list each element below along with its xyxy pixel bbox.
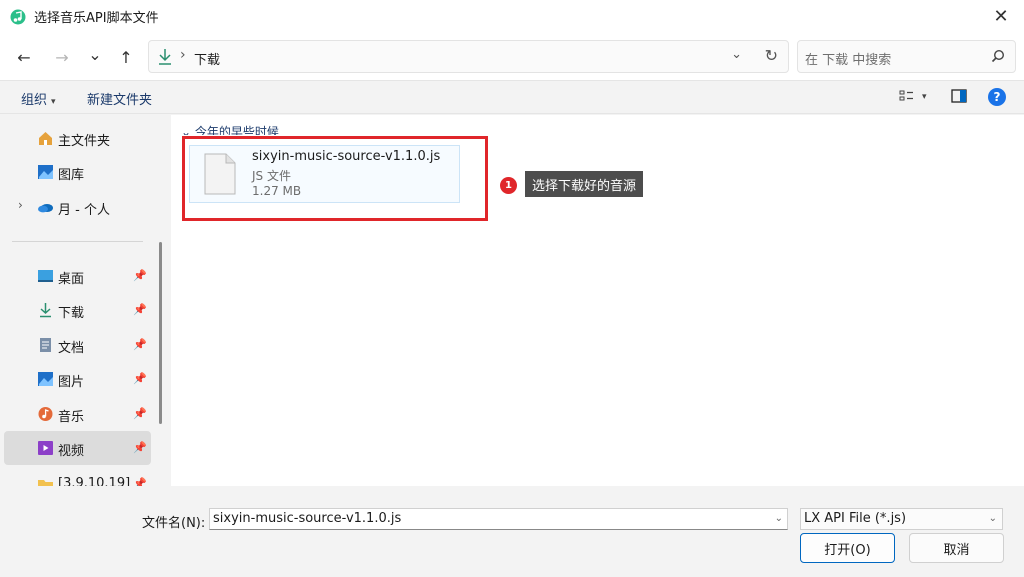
window-title: 选择音乐API脚本文件	[34, 11, 159, 26]
search-box[interactable]: 在 下载 中搜索	[797, 40, 1016, 73]
sidebar-item-pictures[interactable]: 图片 📌	[4, 362, 151, 396]
video-icon	[38, 441, 53, 455]
annotation-tooltip: 选择下载好的音源	[525, 171, 643, 197]
group-header[interactable]: ⌄ 今年的早些时候	[181, 123, 279, 135]
navigation-pane: 主文件夹 图库 › 月 - 个人 桌面 📌 下载 📌 文档 📌 图片 📌 音乐 …	[0, 115, 162, 486]
sidebar-item-onedrive[interactable]: › 月 - 个人	[4, 190, 151, 224]
caret-down-icon: ▾	[51, 97, 56, 107]
sidebar-item-label: 桌面	[58, 272, 85, 287]
refresh-icon[interactable]: ↻	[765, 46, 778, 65]
music-app-icon	[10, 9, 26, 24]
pin-icon[interactable]: 📌	[133, 407, 147, 420]
command-bar: 组织 ▾ 新建文件夹 ▾	[0, 82, 1024, 114]
arrow-left-icon: ←	[17, 47, 31, 67]
sidebar-item-label: 月 - 个人	[58, 203, 110, 218]
pin-icon[interactable]: 📌	[133, 338, 147, 351]
pin-icon[interactable]: 📌	[133, 303, 147, 316]
sidebar-item-downloads[interactable]: 下载 📌	[4, 293, 151, 327]
chevron-down-icon[interactable]: ⌄	[989, 509, 997, 529]
sidebar-item-label: 图片	[58, 375, 85, 390]
sidebar-item-label: 下载	[58, 306, 85, 321]
download-icon	[40, 303, 51, 318]
cancel-button[interactable]: 取消	[909, 533, 1004, 563]
file-type-value: LX API File (*.js)	[804, 511, 907, 526]
sidebar-item-label: 文档	[58, 341, 85, 356]
sidebar-item-videos[interactable]: 视频 📌	[4, 431, 151, 465]
preview-pane-icon	[951, 89, 967, 103]
pin-icon[interactable]: 📌	[133, 477, 147, 486]
search-input[interactable]: 在 下载 中搜索	[805, 49, 891, 68]
sidebar-scrollbar[interactable]	[159, 242, 162, 424]
gallery-icon	[38, 165, 53, 179]
recent-locations-button[interactable]: ⌄	[82, 42, 108, 66]
expand-chevron-icon[interactable]: ›	[18, 198, 23, 212]
picture-icon	[38, 372, 53, 386]
title-bar: 选择音乐API脚本文件 ✕	[0, 0, 1024, 33]
breadcrumb-downloads[interactable]: 下载	[194, 49, 220, 68]
close-button[interactable]: ✕	[978, 0, 1024, 33]
file-type-select[interactable]: LX API File (*.js) ⌄	[800, 508, 1003, 530]
sidebar-item-desktop[interactable]: 桌面 📌	[4, 259, 151, 293]
sidebar-divider	[12, 241, 143, 242]
forward-button[interactable]: →	[49, 45, 75, 69]
filename-label: 文件名(N):	[142, 516, 206, 531]
sidebar-item-home[interactable]: 主文件夹	[4, 121, 151, 155]
preview-pane-button[interactable]	[951, 89, 967, 107]
music-icon	[38, 407, 53, 421]
pin-icon[interactable]: 📌	[133, 372, 147, 385]
document-icon	[40, 338, 51, 352]
sidebar-item-label: 主文件夹	[58, 134, 111, 149]
desktop-icon	[38, 270, 53, 282]
sidebar-item-folder[interactable]: [3.9.10.19] 📌	[4, 467, 151, 486]
home-icon	[39, 132, 52, 145]
close-icon: ✕	[993, 6, 1009, 27]
new-folder-button[interactable]: 新建文件夹	[87, 89, 152, 108]
arrow-right-icon: →	[55, 47, 69, 67]
download-icon	[159, 49, 171, 65]
sidebar-item-gallery[interactable]: 图库	[4, 155, 151, 189]
pin-icon[interactable]: 📌	[133, 441, 147, 454]
dialog-footer: 文件名(N): sixyin-music-source-v1.1.0.js ⌄ …	[0, 486, 1024, 577]
address-bar[interactable]: › 下载 ⌄ ↻	[148, 40, 789, 73]
chevron-down-icon[interactable]: ⌄	[775, 509, 783, 529]
organize-label: 组织	[21, 93, 48, 108]
view-list-icon	[899, 90, 913, 101]
address-dropdown-icon[interactable]: ⌄	[731, 47, 742, 62]
organize-menu[interactable]: 组织 ▾	[21, 89, 56, 108]
annotation-highlight-box	[182, 136, 488, 221]
filename-combobox[interactable]: sixyin-music-source-v1.1.0.js ⌄	[209, 508, 788, 530]
file-list: ⌄ 今年的早些时候 sixyin-music-source-v1.1.0.js …	[171, 115, 1024, 486]
breadcrumb-separator: ›	[180, 47, 186, 63]
search-icon	[991, 49, 1005, 63]
pin-icon[interactable]: 📌	[133, 269, 147, 282]
open-button[interactable]: 打开(O)	[800, 533, 895, 563]
chevron-down-icon: ⌄	[88, 44, 102, 64]
sidebar-item-label: 图库	[58, 168, 85, 183]
view-caret-icon[interactable]: ▾	[922, 92, 927, 102]
sidebar-item-label: 音乐	[58, 410, 85, 425]
step-number-badge: 1	[500, 177, 517, 194]
sidebar-item-music[interactable]: 音乐 📌	[4, 397, 151, 431]
sidebar-item-label: [3.9.10.19]	[58, 476, 131, 486]
sidebar-item-label: 视频	[58, 444, 85, 459]
navigation-bar: ← → ⌄ ↑ › 下载 ⌄ ↻ 在 下载 中搜索	[0, 33, 1024, 81]
cloud-icon	[38, 204, 53, 213]
up-button[interactable]: ↑	[113, 45, 139, 69]
help-button[interactable]: ?	[988, 88, 1006, 106]
back-button[interactable]: ←	[11, 45, 37, 69]
folder-icon	[38, 480, 53, 486]
filename-field[interactable]: sixyin-music-source-v1.1.0.js	[213, 511, 401, 526]
arrow-up-icon: ↑	[119, 47, 133, 67]
sidebar-item-documents[interactable]: 文档 📌	[4, 328, 151, 362]
view-options-button[interactable]	[899, 89, 915, 107]
